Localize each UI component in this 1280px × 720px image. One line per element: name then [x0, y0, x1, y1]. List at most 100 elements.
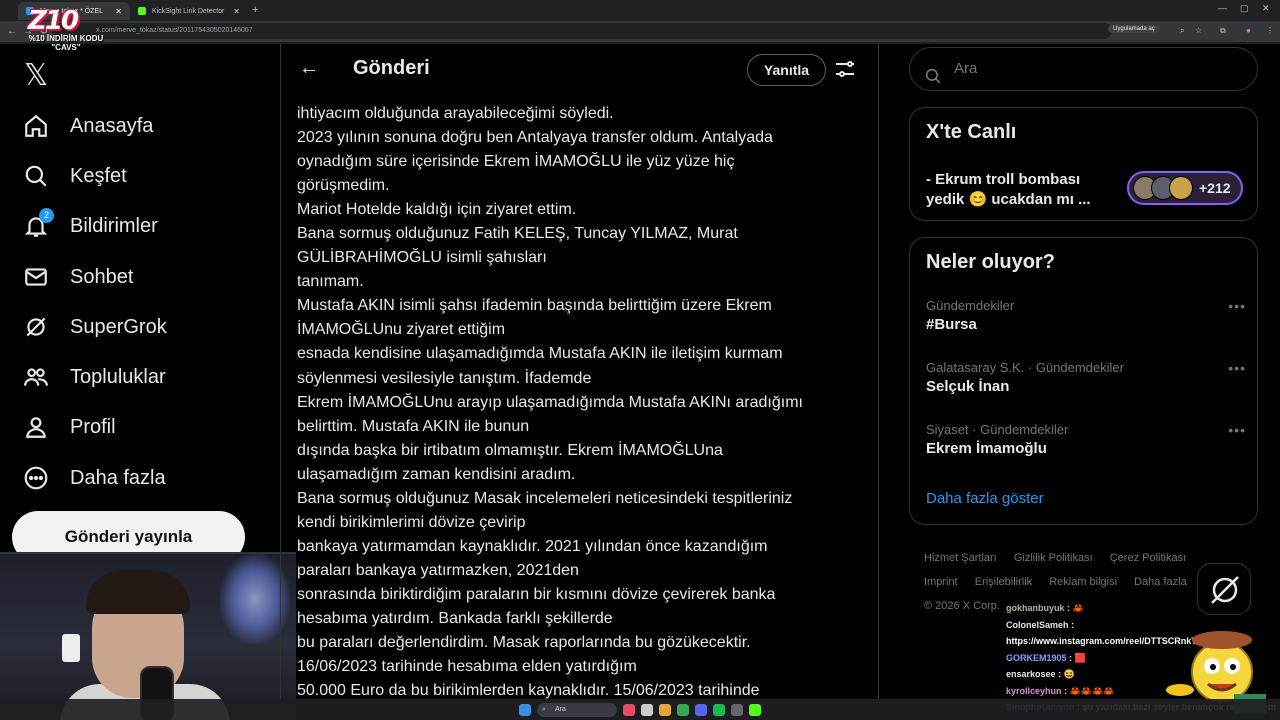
post-text-line: esnada kendisine ulaşamadığımda Mustafa …: [297, 345, 783, 363]
zoom-icon[interactable]: ⌕: [1180, 26, 1184, 36]
more-options-icon[interactable]: •••: [1228, 298, 1246, 314]
nav-more[interactable]: Daha fazla: [22, 458, 166, 498]
windows-start-icon[interactable]: [519, 703, 531, 716]
nav-communities[interactable]: Topluluklar: [22, 357, 166, 397]
spotify-icon[interactable]: [713, 703, 725, 716]
grok-icon: [22, 313, 50, 341]
footer-link[interactable]: Gizlilik Politikası: [1014, 552, 1093, 564]
bookmark-star-icon[interactable]: ☆: [1195, 26, 1202, 35]
folder-icon[interactable]: [659, 703, 671, 716]
chrome-icon[interactable]: [677, 703, 689, 716]
nav-label: Keşfet: [70, 164, 127, 187]
close-tab-icon[interactable]: ✕: [233, 7, 240, 16]
nav-explore[interactable]: Keşfet: [22, 156, 127, 196]
discord-icon[interactable]: [695, 703, 707, 716]
nav-home[interactable]: Anasayfa: [22, 106, 153, 146]
avatar: [1169, 176, 1193, 200]
show-more-link[interactable]: Daha fazla göster: [926, 490, 1044, 507]
promo-line-1: %10 İNDİRİM KODU: [28, 34, 104, 43]
live-on-x-card[interactable]: X'te Canlı - Ekrum troll bombası yedik 😊…: [909, 107, 1258, 221]
toolbar: ← → ↻ x.com/merve_tokaz/status/201175430…: [0, 21, 1280, 42]
close-tab-icon[interactable]: ✕: [115, 7, 122, 16]
trend-item[interactable]: Siyaset · Gündemdekiler Ekrem İmamoğlu •…: [926, 422, 1246, 457]
open-in-app-chip[interactable]: Uygulamada aç: [1108, 25, 1160, 33]
copyright: © 2026 X Corp.: [924, 600, 1000, 612]
maximize-icon[interactable]: ▢: [1240, 3, 1249, 14]
profile-avatar-icon[interactable]: ●: [1246, 26, 1251, 35]
chat-text: : 🦀🦀🦀🦀: [1064, 685, 1115, 696]
footer-link[interactable]: Reklam bilgisi: [1049, 576, 1117, 588]
search-icon: ⌕: [542, 705, 546, 713]
footer-link[interactable]: Erişilebilirlik: [975, 576, 1032, 588]
home-icon: [22, 112, 50, 140]
post-text-line: tanımam.: [297, 273, 364, 291]
nav-notifications[interactable]: 2 Bildirimler: [22, 206, 158, 246]
app-icon[interactable]: [623, 703, 635, 716]
post-text-line: söylenmesi vesilesiyle tanıştım. İfademd…: [297, 369, 592, 387]
post-text-line: Ekrem İMAMOĞLUnu arayıp ulaşamadığımda M…: [297, 393, 803, 411]
nav-supergrok[interactable]: SuperGrok: [22, 307, 167, 347]
footer-link[interactable]: Imprint: [924, 576, 958, 588]
tab-inactive[interactable]: KickSight Link Detector ✕: [130, 2, 248, 20]
footer-link[interactable]: Çerez Politikası: [1110, 552, 1186, 564]
window-close-icon[interactable]: ✕: [1262, 3, 1270, 14]
back-arrow-icon[interactable]: ←: [295, 54, 323, 82]
windows-taskbar: ⌕ Ara: [0, 699, 1280, 720]
chat-username: ColonelSameh: [1006, 619, 1069, 630]
more-options-icon[interactable]: •••: [1228, 360, 1246, 376]
trends-title: Neler oluyor?: [926, 251, 1055, 273]
minimize-icon[interactable]: —: [1218, 3, 1227, 13]
post-detail-column: ← Gönderi Yanıtla ihtiyacım olduğunda ar…: [280, 44, 879, 720]
sliders-icon[interactable]: [833, 57, 857, 81]
nav-messages[interactable]: Sohbet: [22, 257, 133, 297]
app-icon[interactable]: [731, 703, 743, 716]
reply-button[interactable]: Yanıtla: [747, 54, 826, 86]
nav-label: Anasayfa: [70, 114, 154, 137]
extensions-icon[interactable]: ⧉: [1220, 26, 1226, 36]
chat-text: : 🦀: [1067, 603, 1084, 613]
post-text-line: sonrasında biriktirdiğim paraların bir k…: [297, 585, 776, 603]
address-bar[interactable]: x.com/merve_tokaz/status/201175430502014…: [52, 23, 1112, 39]
post-text-line: İMAMOĞLUnu ziyaret ettiğim: [297, 321, 506, 339]
post-header: ← Gönderi Yanıtla: [281, 44, 878, 94]
search-input[interactable]: Ara: [909, 47, 1258, 91]
post-text-line: Mariot Hotelde kaldığı için ziyaret etti…: [297, 201, 577, 219]
mail-icon: [22, 263, 50, 291]
listener-count: +212: [1199, 180, 1231, 196]
chat-username: ensarkosee: [1006, 669, 1056, 679]
x-logo-icon[interactable]: 𝕏: [24, 58, 48, 93]
search-placeholder: Ara: [954, 60, 978, 77]
live-listeners-pill[interactable]: +212: [1127, 171, 1243, 205]
nav-label: SuperGrok: [70, 315, 167, 338]
post-text-line: dışında başka bir irtibatım olmamıştır. …: [297, 441, 723, 459]
post-text-line: GÜLİBRAHİMOĞLU isimli şahısları: [297, 249, 547, 267]
post-text-line: hesabıma yatırdım. Bankada farklı şekill…: [297, 609, 613, 627]
more-icon: [22, 464, 50, 492]
trend-name: Selçuk İnan: [926, 378, 1010, 395]
kick-favicon-icon: [138, 7, 146, 15]
nav-label: Bildirimler: [70, 214, 158, 237]
post-text-line: Bana sormuş olduğunuz Fatih KELEŞ, Tunca…: [297, 225, 738, 243]
post-text-line: bu paraları değerlendirdim. Masak raporl…: [297, 634, 751, 652]
nav-label: Profil: [70, 415, 116, 438]
profile-icon: [22, 413, 50, 441]
post-text-line: Mustafa AKIN isimli şahsı ifademin başın…: [297, 297, 772, 315]
chat-username: GORKEM1905: [1006, 652, 1067, 663]
app-icon[interactable]: [749, 703, 761, 716]
new-tab-icon[interactable]: +: [252, 4, 258, 16]
footer-link[interactable]: Daha fazla: [1134, 576, 1187, 588]
post-text-line: 2023 yılının sonuna doğru ben Antalyaya …: [297, 129, 773, 147]
post-body-text: ihtiyacım olduğunda arayabileceğimi söyl…: [297, 102, 857, 703]
taskbar-search[interactable]: ⌕ Ara: [537, 702, 617, 717]
footer-link[interactable]: Hizmet Şartları: [924, 552, 997, 564]
live-title: X'te Canlı: [926, 121, 1017, 143]
more-options-icon[interactable]: •••: [1228, 422, 1246, 438]
live-space-text: - Ekrum troll bombası yedik 😊 ucakdan mı…: [926, 171, 1091, 208]
search-icon: [22, 162, 50, 190]
app-icon[interactable]: [641, 703, 653, 716]
post-text-line: ihtiyacım olduğunda arayabileceğimi söyl…: [297, 105, 614, 122]
trend-item[interactable]: Gündemdekiler #Bursa •••: [926, 298, 1246, 333]
menu-kebab-icon[interactable]: ⋮: [1266, 26, 1274, 35]
nav-profile[interactable]: Profil: [22, 407, 116, 447]
trend-item[interactable]: Galatasaray S.K. · Gündemdekiler Selçuk …: [926, 360, 1246, 395]
